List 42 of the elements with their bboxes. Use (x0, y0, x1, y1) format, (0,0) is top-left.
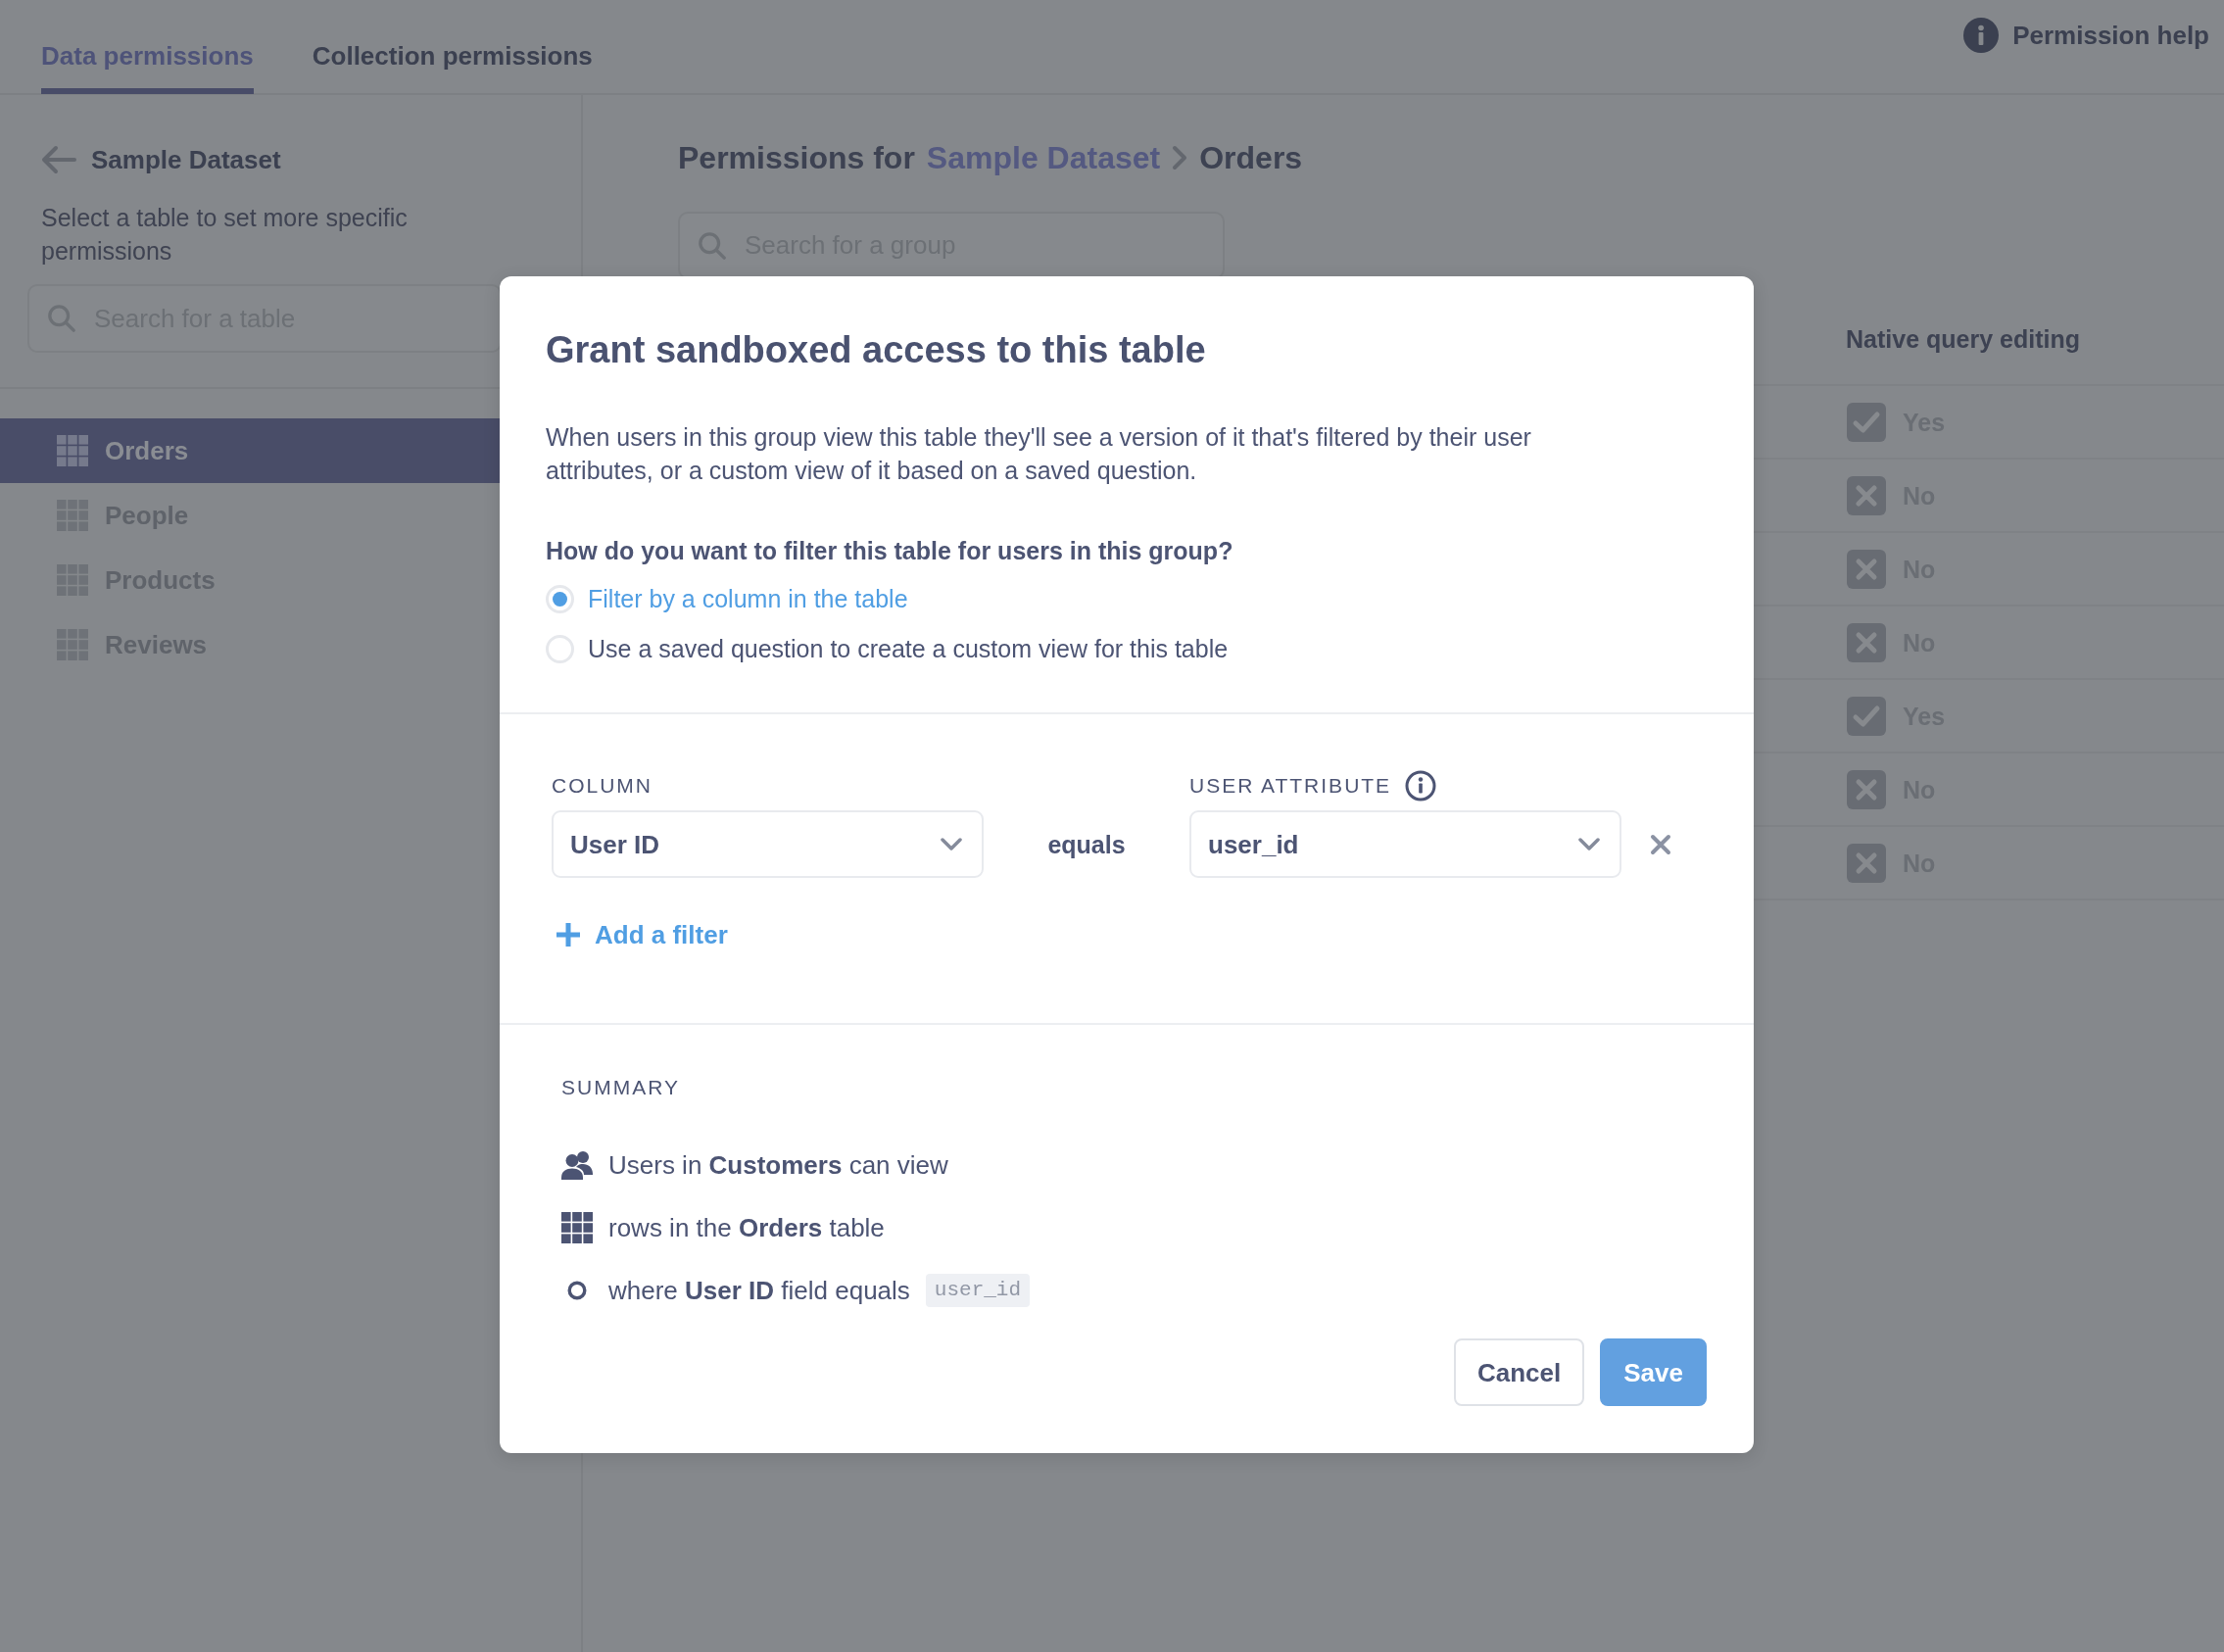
filter-question: How do you want to filter this table for users in this group? (546, 536, 1233, 566)
plus-icon (556, 922, 581, 947)
breadcrumb-current: Orders (1199, 139, 1303, 177)
sidebar-item[interactable]: Orders (0, 418, 502, 483)
info-icon[interactable] (1405, 770, 1437, 802)
tab[interactable]: Collection permissions (312, 0, 593, 94)
radio-button[interactable] (546, 584, 574, 613)
search-icon (698, 230, 727, 261)
dialog-title: Grant sandboxed access to this table (546, 328, 1206, 372)
operator-text: equals (1047, 829, 1126, 860)
radio-button[interactable] (546, 634, 574, 663)
chevron-right-icon (1172, 145, 1188, 170)
sidebar-description: Select a table to set more specific permissions (41, 203, 409, 267)
attribute-select[interactable]: user_id (1189, 810, 1621, 878)
field-label: USER ATTRIBUTE (1189, 773, 1392, 799)
circle-icon (567, 1281, 587, 1300)
summary-heading: SUMMARY (561, 1075, 680, 1100)
search-icon (47, 304, 76, 333)
cancel-button[interactable]: Cancel (1454, 1338, 1585, 1406)
code-chip: user_id (925, 1274, 1031, 1307)
help-link[interactable]: Permission help (1963, 18, 2209, 53)
column-header: Native query editing (1846, 324, 2080, 355)
summary-text: where User ID field equals (608, 1275, 910, 1307)
add-filter-button[interactable]: Add a filter (552, 917, 728, 952)
save-button[interactable]: Save (1600, 1338, 1707, 1406)
breadcrumb-text: Permissions for (678, 139, 915, 177)
chevron-down-icon (941, 837, 962, 851)
radio-label[interactable]: Use a saved question to create a custom view for this table (588, 632, 1229, 665)
dataset-title: Sample Dataset (91, 144, 281, 176)
summary-text: Users in Customers can view (608, 1149, 948, 1182)
radio-label[interactable]: Filter by a column in the table (588, 582, 908, 615)
back-arrow-icon[interactable] (41, 145, 76, 174)
field-label: COLUMN (552, 773, 653, 799)
table-grid-icon (57, 435, 88, 466)
column-select[interactable]: User ID (552, 810, 984, 878)
chevron-down-icon (1578, 837, 1600, 851)
grid-icon (561, 1212, 593, 1243)
summary-text: rows in the Orders table (608, 1212, 885, 1244)
close-icon[interactable] (1650, 833, 1671, 855)
dialog-description: When users in this group view this table they'll see a version of it that's filtered by their user attributes, or a custom view of it based on a saved question. (546, 422, 1532, 486)
info-icon (1963, 18, 2000, 53)
people-icon (561, 1150, 593, 1180)
